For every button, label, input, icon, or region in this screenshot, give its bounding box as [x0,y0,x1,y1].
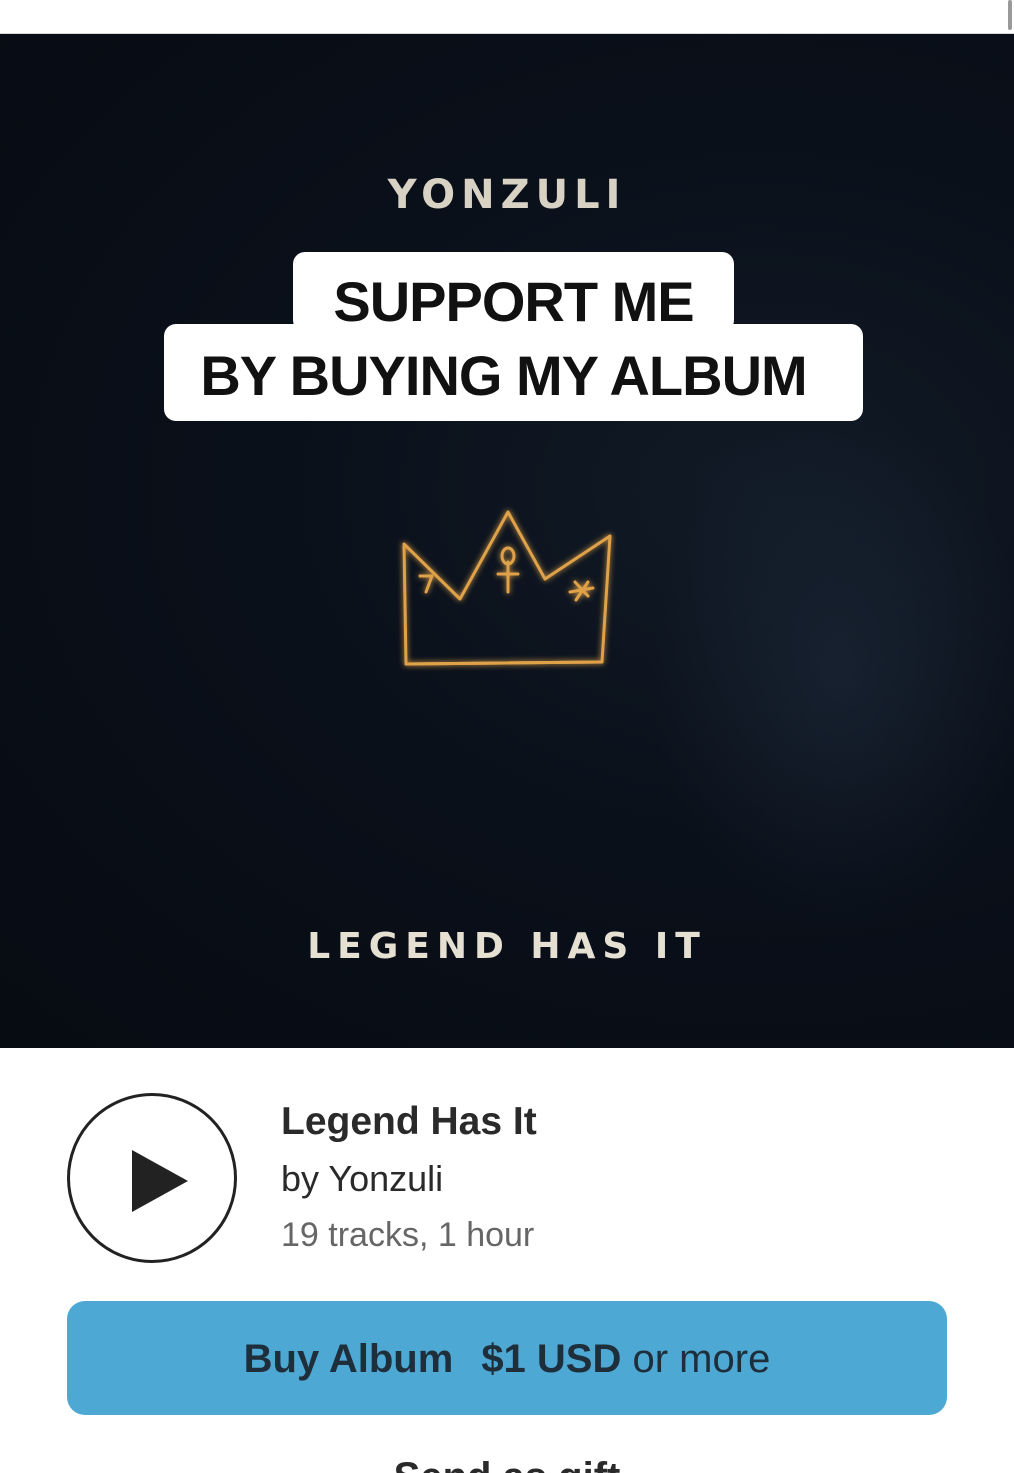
album-title[interactable]: Legend Has It [281,1100,537,1144]
buy-album-price: $1 USD [481,1337,622,1381]
buy-album-label: Buy Album [243,1337,454,1381]
caption-line-1: SUPPORT ME [293,252,734,333]
crown-icon [402,510,612,666]
play-button[interactable] [67,1093,237,1263]
album-cover-art: YONZULI LEGEND HAS IT [0,34,1014,1048]
cover-shadow-figure [650,414,1014,934]
scrollbar-thumb[interactable] [1008,0,1012,30]
cover-album-title: LEGEND HAS IT [307,926,707,967]
browser-top-bar [0,0,1014,34]
buy-album-suffix: or more [632,1337,771,1381]
buy-album-button[interactable]: Buy Album $1 USD or more [67,1301,947,1415]
caption-line-2: BY BUYING MY ALBUM [164,324,863,421]
play-icon [132,1150,188,1212]
cover-artist-name: YONZULI [387,172,627,218]
album-artist[interactable]: by Yonzuli [281,1158,443,1200]
album-page: YONZULI LEGEND HAS IT SUPPORT ME BY BUYI… [0,0,1014,1473]
send-as-gift-link[interactable]: Send as gift [0,1455,1014,1473]
album-track-info: 19 tracks, 1 hour [281,1216,535,1254]
